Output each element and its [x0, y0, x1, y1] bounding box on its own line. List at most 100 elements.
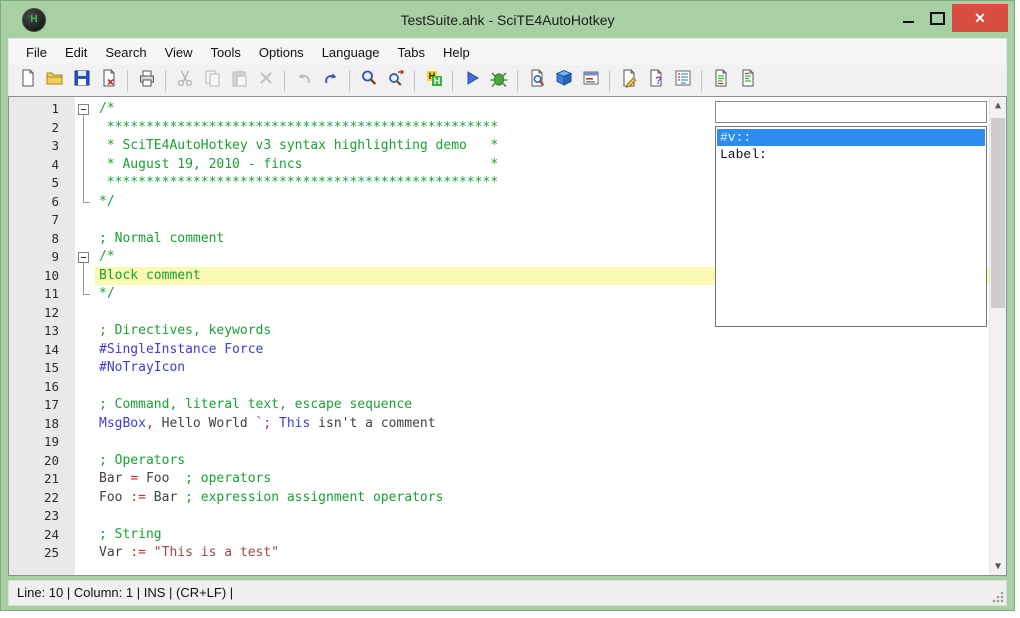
- window-title: TestSuite.ahk - SciTE4AutoHotkey: [1, 12, 1014, 28]
- menu-search[interactable]: Search: [96, 45, 155, 60]
- replace-button[interactable]: [382, 68, 409, 94]
- script-help-button[interactable]: ?: [642, 68, 669, 94]
- line-number: 15: [9, 359, 75, 378]
- code-text: [95, 378, 989, 397]
- close-button[interactable]: ✕: [952, 4, 1008, 32]
- fold-marker-line: [75, 267, 95, 286]
- debug-script-button[interactable]: [485, 68, 512, 94]
- scrollbar-thumb[interactable]: [991, 118, 1005, 308]
- label-listbox[interactable]: #v::Label:: [715, 126, 987, 327]
- code-text: Bar = Foo ; operators: [95, 470, 989, 489]
- copy-button: [198, 68, 225, 94]
- script-edit-icon: [619, 68, 639, 93]
- line-number: 14: [9, 341, 75, 360]
- minimize-button[interactable]: [894, 4, 923, 32]
- close-file-button[interactable]: [95, 68, 122, 94]
- find-button[interactable]: [355, 68, 382, 94]
- fold-margin-cell: [75, 452, 95, 471]
- maximize-icon: [930, 12, 945, 25]
- fold-margin-cell: [75, 544, 95, 563]
- gui-window-button[interactable]: [577, 68, 604, 94]
- redo-button[interactable]: [317, 68, 344, 94]
- fold-marker-open[interactable]: [75, 248, 95, 267]
- resize-grip[interactable]: [992, 591, 1004, 603]
- menu-view[interactable]: View: [156, 45, 202, 60]
- line-number: 4: [9, 156, 75, 175]
- menu-file[interactable]: File: [17, 45, 56, 60]
- doc-snippet-b-icon: [738, 68, 758, 93]
- line-number: 11: [9, 285, 75, 304]
- menu-tabs[interactable]: Tabs: [389, 45, 434, 60]
- line-number: 10: [9, 267, 75, 286]
- code-line-14[interactable]: 14#SingleInstance Force: [9, 341, 989, 360]
- fold-margin-cell: [75, 378, 95, 397]
- code-line-15[interactable]: 15#NoTrayIcon: [9, 359, 989, 378]
- code-line-22[interactable]: 22Foo := Bar ; expression assignment ope…: [9, 489, 989, 508]
- run-script-button[interactable]: [458, 68, 485, 94]
- maximize-button[interactable]: [923, 4, 952, 32]
- menu-help[interactable]: Help: [434, 45, 479, 60]
- scroll-up-arrow-icon[interactable]: ▲: [990, 97, 1006, 114]
- fold-marker-line: [75, 137, 95, 156]
- code-line-18[interactable]: 18MsgBox, Hello World `; This isn't a co…: [9, 415, 989, 434]
- doc-snippet-a-button[interactable]: [707, 68, 734, 94]
- label-search-input[interactable]: [715, 101, 987, 123]
- cut-button: [171, 68, 198, 94]
- script-edit-button[interactable]: [615, 68, 642, 94]
- fold-marker-end: [75, 285, 95, 304]
- code-line-21[interactable]: 21 Bar = Foo ; operators: [9, 470, 989, 489]
- menu-language[interactable]: Language: [313, 45, 389, 60]
- fold-margin-cell: [75, 322, 95, 341]
- macro-list-button[interactable]: [669, 68, 696, 94]
- menu-tools[interactable]: Tools: [202, 45, 250, 60]
- vertical-scrollbar[interactable]: ▲ ▼: [989, 97, 1006, 575]
- open-file-button[interactable]: [41, 68, 68, 94]
- code-line-16[interactable]: 16: [9, 378, 989, 397]
- titlebar: H TestSuite.ahk - SciTE4AutoHotkey ✕: [1, 1, 1014, 38]
- new-file-button[interactable]: [14, 68, 41, 94]
- code-line-17[interactable]: 17; Command, literal text, escape sequen…: [9, 396, 989, 415]
- menu-edit[interactable]: Edit: [56, 45, 96, 60]
- scroll-down-arrow-icon[interactable]: ▼: [990, 558, 1006, 575]
- compile-script-button[interactable]: [550, 68, 577, 94]
- window-spy-button[interactable]: [523, 68, 550, 94]
- line-number: 8: [9, 230, 75, 249]
- print-button[interactable]: [133, 68, 160, 94]
- label-list-item[interactable]: Label:: [717, 146, 985, 163]
- undo-icon: [294, 68, 314, 93]
- code-line-19[interactable]: 19: [9, 433, 989, 452]
- fold-margin-cell: [75, 359, 95, 378]
- script-help-icon: ?: [646, 68, 666, 93]
- hotkey-help-icon: HH: [424, 68, 444, 93]
- paste-icon: [229, 68, 249, 93]
- code-editor[interactable]: 1/*2 ***********************************…: [8, 96, 1007, 576]
- goto-label-popup: #v::Label:: [715, 101, 987, 327]
- fold-marker-line: [75, 156, 95, 175]
- line-number: 24: [9, 526, 75, 545]
- line-number: 1: [9, 100, 75, 119]
- save-file-button[interactable]: [68, 68, 95, 94]
- compile-script-icon: [554, 68, 574, 93]
- line-number: 19: [9, 433, 75, 452]
- doc-snippet-b-button[interactable]: [734, 68, 761, 94]
- code-line-20[interactable]: 20; Operators: [9, 452, 989, 471]
- toolbar-separator: [517, 70, 518, 92]
- label-list-item[interactable]: #v::: [717, 129, 985, 146]
- fold-marker-open[interactable]: [75, 100, 95, 119]
- code-line-23[interactable]: 23: [9, 507, 989, 526]
- statusbar: Line: 10 | Column: 1 | INS | (CR+LF) |: [8, 580, 1007, 606]
- code-line-25[interactable]: 25Var := "This is a test": [9, 544, 989, 563]
- menu-options[interactable]: Options: [250, 45, 313, 60]
- line-number: 17: [9, 396, 75, 415]
- hotkey-help-button[interactable]: HH: [420, 68, 447, 94]
- line-number: 21: [9, 470, 75, 489]
- menubar: FileEditSearchViewToolsOptionsLanguageTa…: [8, 38, 1007, 65]
- open-file-icon: [45, 68, 65, 93]
- fold-marker-line: [75, 174, 95, 193]
- fold-margin-cell: [75, 433, 95, 452]
- code-line-24[interactable]: 24; String: [9, 526, 989, 545]
- fold-margin-cell: [75, 415, 95, 434]
- fold-marker-end: [75, 193, 95, 212]
- delete-button: [252, 68, 279, 94]
- code-text: MsgBox, Hello World `; This isn't a comm…: [95, 415, 989, 434]
